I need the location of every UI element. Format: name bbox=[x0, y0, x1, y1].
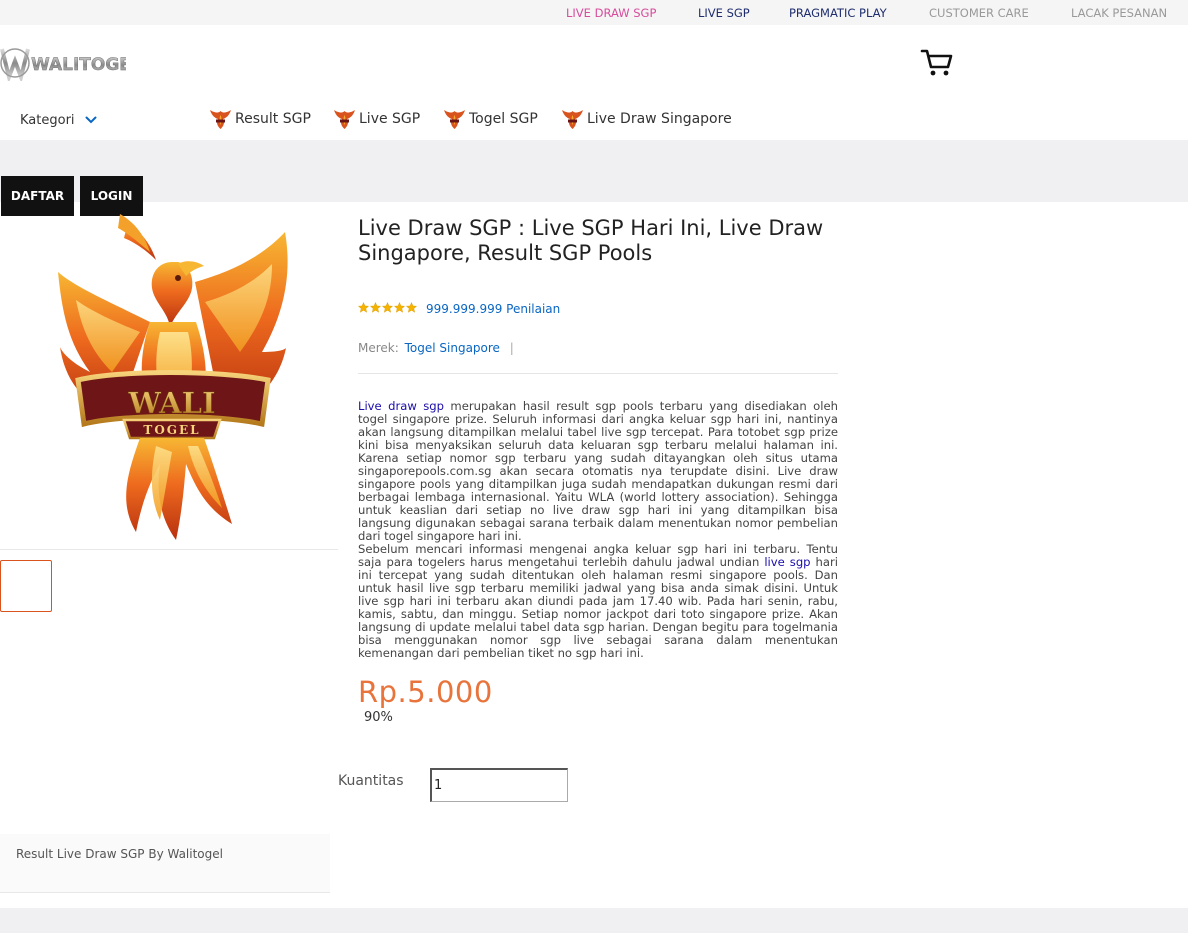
rating-stars bbox=[358, 302, 417, 313]
brand-row: Merek: Togel Singapore | bbox=[358, 341, 514, 355]
caption-text: Result Live Draw SGP By Walitogel bbox=[16, 847, 223, 861]
live-sgp-link[interactable]: live sgp bbox=[764, 555, 810, 569]
topbar-link-customer-care[interactable]: CUSTOMER CARE bbox=[929, 6, 1029, 20]
nav-link-live-draw-singapore[interactable]: Live Draw Singapore bbox=[561, 108, 732, 130]
product-price: Rp.5.000 bbox=[358, 675, 493, 709]
product-description: Live draw sgp merupakan hasil result sgp… bbox=[358, 400, 838, 660]
footer-band bbox=[0, 908, 1188, 933]
star-icon bbox=[382, 302, 393, 313]
product-thumbnail[interactable] bbox=[0, 560, 52, 612]
quantity-label: Kuantitas bbox=[338, 773, 404, 789]
phoenix-icon bbox=[443, 108, 466, 130]
star-icon bbox=[394, 302, 405, 313]
phoenix-icon bbox=[209, 108, 232, 130]
topbar-link-pragmatic-play[interactable]: PRAGMATIC PLAY bbox=[789, 6, 887, 20]
site-logo[interactable]: WALITOGEL bbox=[0, 43, 142, 84]
nav-link-label: Togel SGP bbox=[469, 111, 538, 127]
cart-icon[interactable] bbox=[920, 48, 954, 78]
topbar-link-live-draw-sgp[interactable]: LIVE DRAW SGP bbox=[566, 6, 656, 20]
nav-link-live-sgp[interactable]: Live SGP bbox=[333, 108, 420, 130]
brand-link[interactable]: Togel Singapore bbox=[405, 341, 500, 355]
phoenix-icon bbox=[561, 108, 584, 130]
rating-count-link[interactable]: 999.999.999 Penilaian bbox=[426, 302, 560, 316]
discount-badge: 90% bbox=[364, 710, 393, 725]
svg-text:WALITOGEL: WALITOGEL bbox=[31, 55, 126, 75]
product-image[interactable]: WALI TOGEL bbox=[0, 202, 338, 550]
star-icon bbox=[406, 302, 417, 313]
svg-text:WALI: WALI bbox=[127, 386, 215, 420]
topbar-link-live-sgp[interactable]: LIVE SGP bbox=[698, 6, 750, 20]
star-icon bbox=[370, 302, 381, 313]
nav-link-label: Result SGP bbox=[235, 111, 311, 127]
top-bar: LIVE DRAW SGP LIVE SGP PRAGMATIC PLAY CU… bbox=[0, 0, 1188, 25]
chevron-down-icon bbox=[85, 113, 97, 128]
star-icon bbox=[358, 302, 369, 313]
product-title: Live Draw SGP : Live SGP Hari Ini, Live … bbox=[358, 216, 824, 265]
svg-text:TOGEL: TOGEL bbox=[143, 423, 200, 437]
nav-link-result-sgp[interactable]: Result SGP bbox=[209, 108, 311, 130]
phoenix-icon bbox=[333, 108, 356, 130]
description-text: merupakan hasil result sgp pools terbaru… bbox=[358, 399, 838, 543]
description-paragraph: Live draw sgp merupakan hasil result sgp… bbox=[358, 400, 838, 543]
live-draw-sgp-link[interactable]: Live draw sgp bbox=[358, 399, 444, 413]
nav-link-label: Live Draw Singapore bbox=[587, 111, 732, 127]
brand-separator: | bbox=[509, 341, 514, 355]
topbar-link-lacak-pesanan[interactable]: LACAK PESANAN bbox=[1071, 6, 1167, 20]
quantity-input[interactable] bbox=[430, 768, 568, 802]
kategori-dropdown[interactable]: Kategori bbox=[20, 113, 97, 128]
kategori-label: Kategori bbox=[20, 113, 75, 128]
nav-link-togel-sgp[interactable]: Togel SGP bbox=[443, 108, 538, 130]
image-caption: Result Live Draw SGP By Walitogel bbox=[0, 834, 330, 893]
divider bbox=[358, 373, 838, 374]
breadcrumb-band bbox=[0, 140, 1188, 202]
brand-label: Merek: bbox=[358, 341, 399, 355]
description-paragraph: Sebelum mencari informasi mengenai angka… bbox=[358, 543, 838, 660]
nav-link-label: Live SGP bbox=[359, 111, 421, 127]
description-text: hari ini tercepat yang sudah ditentukan … bbox=[358, 555, 838, 660]
